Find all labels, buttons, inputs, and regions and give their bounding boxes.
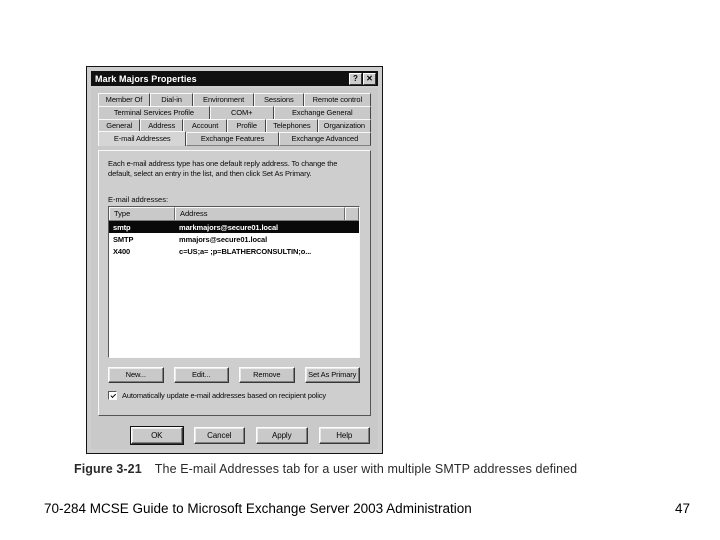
tab-row-4: E-mail Addresses Exchange Features Excha… bbox=[98, 131, 372, 146]
description-text: Each e-mail address type has one default… bbox=[108, 159, 338, 178]
page-footer: 70-284 MCSE Guide to Microsoft Exchange … bbox=[44, 500, 690, 518]
email-addresses-listview[interactable]: Type Address smtp markmajors@secure01.lo… bbox=[108, 206, 360, 358]
footer-course-title: 70-284 MCSE Guide to Microsoft Exchange … bbox=[44, 501, 472, 516]
tab-row-2: Terminal Services Profile COM+ Exchange … bbox=[98, 106, 371, 120]
cell-address: mmajors@secure01.local bbox=[179, 234, 268, 244]
tab-exchange-features[interactable]: Exchange Features bbox=[186, 132, 279, 146]
footer-page-number: 47 bbox=[674, 501, 690, 516]
table-row[interactable]: X400 c=US;a= ;p=BLATHERCONSULTIN;o... bbox=[109, 245, 359, 257]
table-row[interactable]: SMTP mmajors@secure01.local bbox=[109, 233, 359, 245]
remove-button[interactable]: Remove bbox=[239, 367, 295, 383]
figure-caption: Figure 3-21 The E-mail Addresses tab for … bbox=[74, 462, 577, 476]
dialog-title-bar: Mark Majors Properties ? ✕ bbox=[91, 71, 378, 86]
tab-dial-in[interactable]: Dial-in bbox=[149, 93, 194, 107]
tab-email-addresses[interactable]: E-mail Addresses bbox=[98, 131, 187, 146]
tab-exchange-advanced[interactable]: Exchange Advanced bbox=[278, 132, 372, 146]
column-header-spacer bbox=[345, 207, 359, 220]
tab-member-of[interactable]: Member Of bbox=[98, 93, 150, 107]
tab-row-1: Member Of Dial-in Environment Sessions R… bbox=[98, 93, 371, 107]
tab-com-plus[interactable]: COM+ bbox=[209, 106, 274, 120]
column-header-address[interactable]: Address bbox=[175, 207, 345, 220]
caption-number: Figure 3-21 bbox=[74, 462, 142, 476]
table-row[interactable]: smtp markmajors@secure01.local bbox=[109, 221, 359, 233]
tab-terminal-services-profile[interactable]: Terminal Services Profile bbox=[98, 106, 210, 120]
cell-type: smtp bbox=[113, 222, 131, 232]
cell-address: markmajors@secure01.local bbox=[179, 222, 279, 232]
column-header-type[interactable]: Type bbox=[109, 207, 175, 220]
cell-address: c=US;a= ;p=BLATHERCONSULTIN;o... bbox=[179, 246, 312, 256]
figure-screenshot: Mark Majors Properties ? ✕ Member Of Dia… bbox=[86, 66, 383, 454]
set-as-primary-button[interactable]: Set As Primary bbox=[304, 367, 360, 383]
checkbox-checked-icon[interactable] bbox=[108, 391, 117, 400]
tab-environment[interactable]: Environment bbox=[193, 93, 254, 107]
listview-header: Type Address bbox=[109, 207, 359, 221]
help-button-footer[interactable]: Help bbox=[318, 427, 370, 444]
ok-button[interactable]: OK bbox=[131, 427, 183, 444]
cell-type: SMTP bbox=[113, 234, 134, 244]
dialog-body: Member Of Dial-in Environment Sessions R… bbox=[91, 88, 378, 449]
tab-profile[interactable]: Profile bbox=[227, 119, 267, 133]
dialog-footer-buttons: OK Cancel Apply Help bbox=[131, 427, 370, 444]
tab-remote-control[interactable]: Remote control bbox=[303, 93, 371, 107]
caption-text: The E-mail Addresses tab for a user with… bbox=[154, 462, 578, 476]
edit-button[interactable]: Edit... bbox=[173, 367, 229, 383]
tab-exchange-general[interactable]: Exchange General bbox=[273, 106, 371, 120]
auto-update-checkbox-row[interactable]: Automatically update e-mail addresses ba… bbox=[108, 391, 326, 400]
tab-organization[interactable]: Organization bbox=[317, 119, 372, 133]
action-button-row: New... Edit... Remove Set As Primary bbox=[108, 367, 360, 383]
close-button[interactable]: ✕ bbox=[363, 72, 376, 85]
tab-account[interactable]: Account bbox=[182, 119, 228, 133]
tab-telephones[interactable]: Telephones bbox=[266, 119, 318, 133]
tab-sessions[interactable]: Sessions bbox=[253, 93, 304, 107]
cell-type: X400 bbox=[113, 246, 131, 256]
auto-update-label: Automatically update e-mail addresses ba… bbox=[122, 390, 327, 400]
apply-button[interactable]: Apply bbox=[256, 427, 308, 444]
cancel-button[interactable]: Cancel bbox=[193, 427, 245, 444]
email-addresses-label: E-mail addresses: bbox=[108, 195, 169, 204]
tab-page-email-addresses: Each e-mail address type has one default… bbox=[98, 150, 371, 416]
help-button[interactable]: ? bbox=[349, 72, 362, 85]
new-button[interactable]: New... bbox=[108, 367, 164, 383]
dialog-title: Mark Majors Properties bbox=[95, 73, 197, 84]
tab-strip: Member Of Dial-in Environment Sessions R… bbox=[98, 93, 372, 146]
